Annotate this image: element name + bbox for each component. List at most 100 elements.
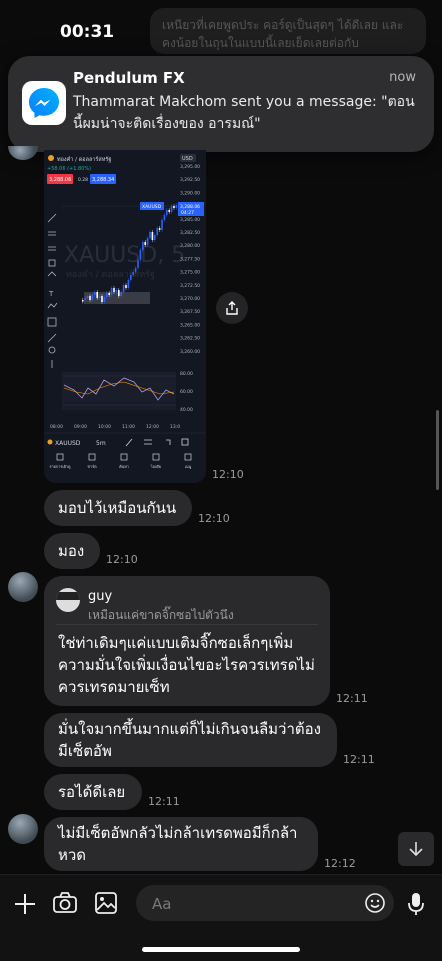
chart-ask: 3,288.34 [92, 177, 114, 183]
message-bubble[interactable]: มั่นใจมากขึ้นมากแต่ก็ไม่เกินจนลืมว่าต้อง… [44, 713, 337, 767]
nav-icon [88, 453, 96, 461]
chart-bid: 3,288.06 [49, 177, 71, 183]
chart-symbol-header: ทองคำ / ดอลลาร์สหรัฐ [57, 156, 111, 163]
gallery-button[interactable] [94, 891, 118, 919]
microphone-button[interactable] [406, 891, 426, 921]
emoji-button[interactable] [364, 892, 386, 918]
camera-button[interactable] [52, 891, 78, 919]
notification-message: Thammarat Makchom sent you a message: "ต… [73, 94, 415, 132]
microphone-icon [408, 893, 424, 915]
price-tick-label: 3,260.00 [180, 349, 200, 355]
message-bubble[interactable]: รอได้ดีเลย [44, 774, 142, 810]
candle-body [156, 228, 158, 235]
chart-toolbar-interval: 5m [96, 440, 106, 447]
message-text: มั่นใจมากขึ้นมากแต่ก็ไม่เกินจนลืมว่าต้อง… [58, 720, 321, 760]
nav-label: ไอเดีย [150, 464, 161, 469]
candle-body [96, 292, 98, 298]
scroll-to-bottom-button[interactable] [398, 832, 434, 866]
time-tick-label: 13:0 [170, 424, 180, 430]
time-tick-label: 10:00 [98, 424, 111, 430]
arrow-down-icon [409, 842, 423, 857]
oscillator-tick-label: 80.00 [180, 371, 193, 377]
candle-body [144, 242, 146, 245]
background-message: เหนียวที่เคยพูดประ คอร์ดูเป็นสุดๆ ได้ดีเ… [150, 8, 426, 54]
message-time: 12:10 [198, 512, 230, 525]
nav-label: รายการเฝ้าดู [50, 464, 72, 469]
candle-body [154, 235, 156, 240]
price-tick-label: 3,280.00 [180, 243, 200, 249]
price-tick-label: 3,262.50 [180, 336, 200, 342]
oscillator-tick-label: 40.00 [180, 407, 193, 413]
candle-body [82, 300, 84, 302]
message-time: 12:11 [148, 795, 180, 808]
candle-body [108, 293, 110, 295]
drawing-tools-icon: T [47, 213, 58, 368]
candle-body [170, 206, 173, 212]
reply-text: เหมือนแค่ขาดจิ๊กซอไปตัวนึง [88, 608, 234, 622]
candle-body [151, 232, 154, 240]
message-text: มอบไว้เหมือนกันน [58, 499, 177, 517]
nav-icon [152, 453, 160, 461]
notification-banner[interactable]: Pendulum FX now Thammarat Makchom sent y… [8, 56, 434, 152]
price-tick-label: 3,285.00 [180, 217, 200, 223]
avatar[interactable] [8, 572, 38, 602]
reply-message-bubble[interactable]: guy เหมือนแค่ขาดจิ๊กซอไปตัวนึง ใช่ท่าเดิ… [44, 576, 330, 706]
candle-body [173, 206, 175, 208]
message-time: 12:10 [212, 468, 244, 481]
candle-body [125, 285, 127, 288]
chart-price-label: 3,288.06 [180, 204, 200, 210]
chart-symbol-tag: XAUUSD [142, 204, 162, 210]
candle-body [84, 298, 86, 300]
candle-body [106, 293, 108, 297]
message-time: 12:10 [106, 553, 138, 566]
price-tick-label: 3,265.00 [180, 322, 200, 328]
scrollbar[interactable] [436, 410, 439, 490]
candle-body [122, 285, 125, 292]
price-tick-label: 3,270.00 [180, 296, 200, 302]
candle-body [89, 296, 91, 300]
share-button[interactable] [216, 292, 248, 324]
add-button[interactable] [12, 891, 38, 921]
price-tick-label: 3,277.50 [180, 256, 200, 262]
message-bubble[interactable]: ไม่มีเซ็ตอัพกลัวไม่กล้าเทรดพอมีก็กล้าหวด [44, 817, 318, 871]
avatar[interactable] [8, 814, 38, 844]
chart-price-countdown: 04:27 [181, 210, 194, 216]
price-tick-label: 3,295.00 [180, 164, 200, 170]
chart-change: +58.06 (+1.80%) [47, 166, 91, 172]
candle-body [139, 250, 142, 260]
candle-body [113, 288, 115, 292]
candle-body [130, 275, 132, 280]
plus-icon [15, 894, 35, 914]
candle-body [98, 296, 101, 298]
candle-body [120, 292, 122, 296]
candle-body [132, 272, 134, 275]
nav-icon [56, 453, 64, 461]
message-input[interactable] [136, 885, 354, 923]
avatar[interactable] [8, 146, 38, 160]
chart-watermark-sub: ทองคำ / ดอลลาร์สหรัฐ [66, 268, 155, 280]
candle-body [146, 238, 149, 245]
message-text: รอได้ดีเลย [58, 783, 126, 801]
time-tick-label: 08:00 [50, 424, 63, 430]
candle-body [94, 292, 96, 295]
chart-screenshot-image[interactable]: ทองคำ / ดอลลาร์สหรัฐ +58.06 (+1.80%) 3,2… [44, 150, 206, 483]
reply-quote[interactable]: guy เหมือนแค่ขาดจิ๊กซอไปตัวนึง [56, 586, 318, 625]
price-tick-label: 3,282.50 [180, 230, 200, 236]
nav-label: ค้นหา [119, 464, 129, 469]
price-tick-label: 3,290.00 [180, 190, 200, 196]
status-time: 00:31 [60, 22, 115, 42]
message-text: ใช่ท่าเดิมๆแค่แบบเติมจิ๊กซอเล็กๆเพิ่มควา… [58, 634, 315, 696]
nav-icon [184, 453, 192, 461]
message-text: มอง [58, 542, 85, 560]
candle-body [175, 205, 178, 208]
price-tick-label: 3,272.50 [180, 283, 200, 289]
chart-toolbar-symbol: XAUUSD [55, 440, 81, 447]
candle-body [86, 296, 89, 298]
message-bubble[interactable]: มอบไว้เหมือนกันน [44, 490, 192, 526]
image-icon [95, 892, 117, 914]
oscillator-tick-label: 60.00 [180, 389, 193, 395]
message-bubble[interactable]: มอง [44, 533, 100, 569]
candle-body [103, 297, 106, 302]
messenger-icon [22, 81, 66, 125]
nav-icon [120, 453, 128, 461]
